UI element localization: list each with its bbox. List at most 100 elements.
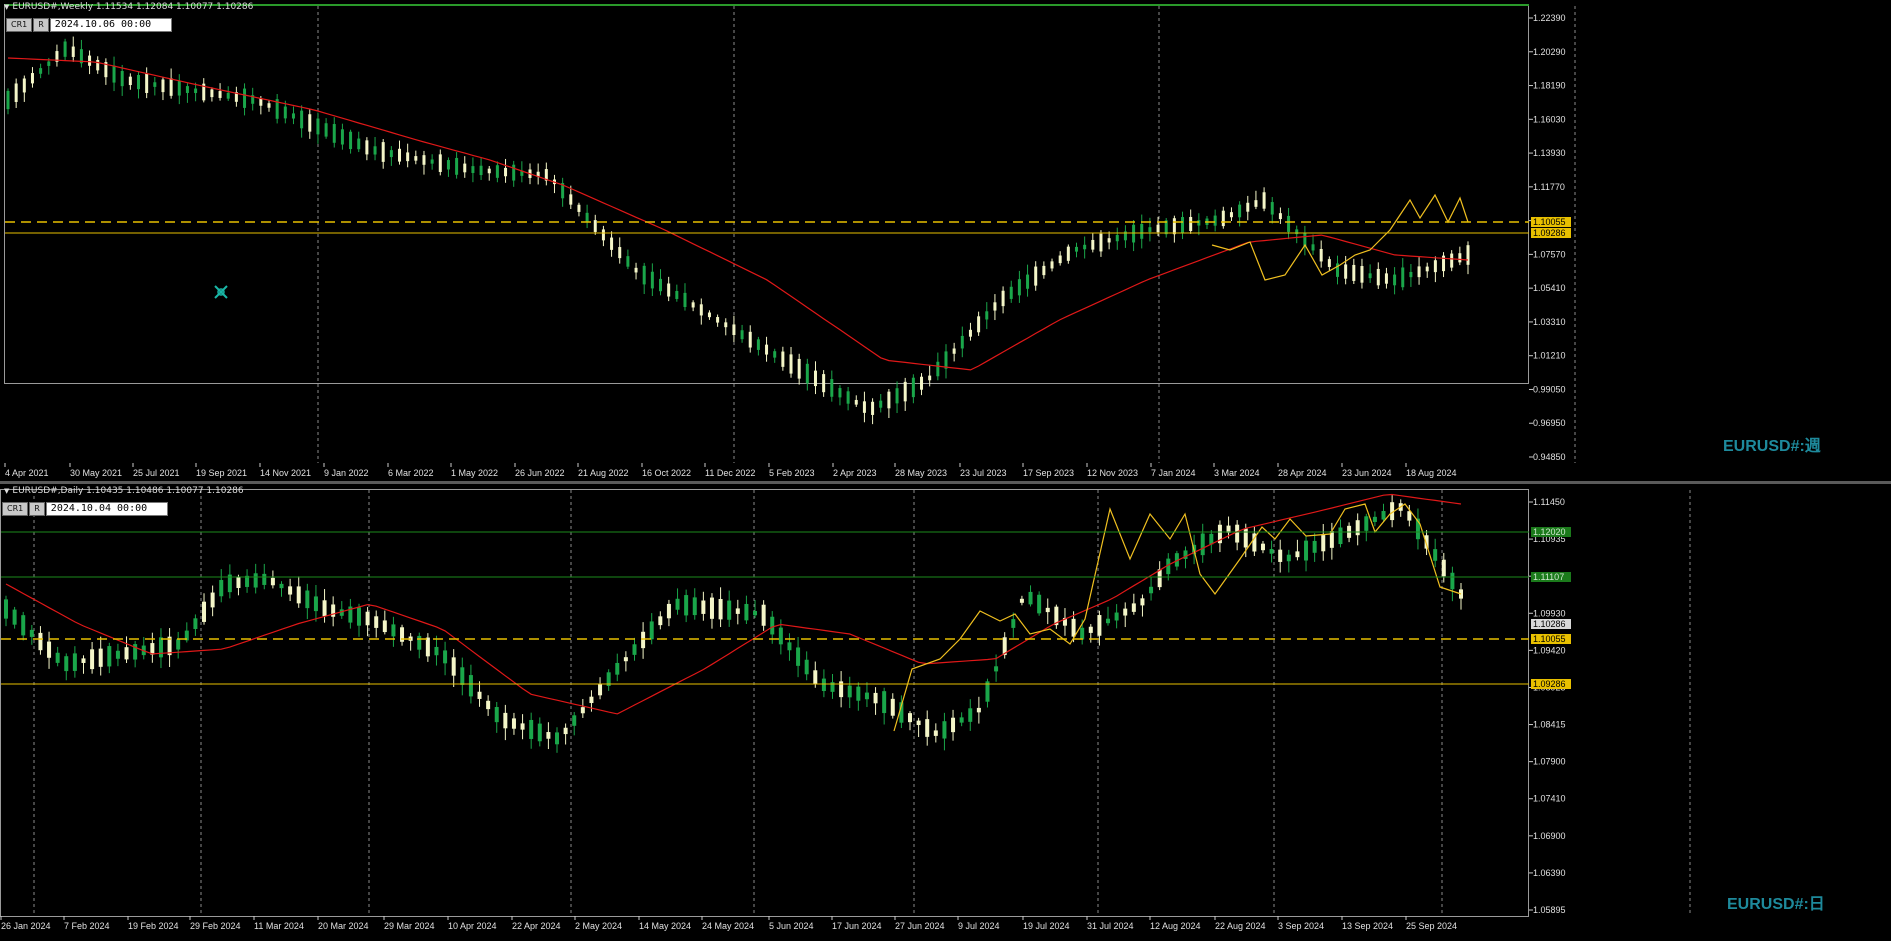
candle-body [1189, 216, 1193, 232]
daily-chart-canvas[interactable]: 1.114501.109351.104401.099301.094201.089… [0, 484, 1891, 941]
candle-body [1083, 244, 1087, 250]
candle-body [626, 256, 630, 267]
candle-body [1149, 586, 1154, 594]
candle-body [781, 351, 785, 367]
candle-body [158, 637, 163, 658]
candle-body [1441, 559, 1446, 577]
candle-body [968, 708, 973, 722]
candle-body [107, 646, 112, 667]
candle-body [495, 165, 499, 178]
candle-body [773, 351, 777, 358]
cr1-button[interactable]: CR1 [6, 17, 33, 32]
candle-body [374, 616, 379, 628]
candle-body [1372, 516, 1377, 522]
r-button[interactable]: R [33, 17, 49, 32]
candle-body [1157, 569, 1162, 588]
weekly-chart-pane[interactable]: 1.22390 1.20290 1.18190 1.16030 1.13930 1.117… [0, 0, 1891, 481]
candle-body [391, 624, 396, 637]
candle-body [821, 678, 826, 691]
candle-body [504, 167, 508, 177]
collapse-triangle-icon[interactable]: ▼ [4, 3, 9, 11]
candle-body [765, 344, 769, 355]
time-axis-label: 10 Apr 2024 [448, 921, 497, 931]
candle-body [632, 644, 637, 655]
candle-body [1304, 540, 1309, 561]
candle-body [683, 292, 687, 307]
price-axis-label: 1.03310 [1533, 317, 1566, 327]
candle-body [145, 73, 149, 93]
time-axis-label: 7 Jan 2024 [1151, 468, 1196, 478]
candle-body [425, 637, 430, 657]
daily-date-input[interactable]: 2024.10.04 00:00 [45, 501, 168, 516]
candle-body [1181, 217, 1185, 234]
r-button[interactable]: R [29, 501, 45, 516]
daily-chart-pane[interactable]: 1.114501.109351.104401.099301.094201.089… [0, 484, 1891, 941]
time-axis-label: 6 Mar 2022 [388, 468, 434, 478]
time-axis-label: 9 Jan 2022 [324, 468, 369, 478]
candle-body [1260, 543, 1265, 551]
crosshair-tool-icon[interactable] [212, 283, 230, 301]
candle-body [161, 79, 165, 93]
candle-body [933, 730, 938, 736]
candle-body [1088, 626, 1093, 633]
candle-body [451, 657, 456, 676]
candle-body [756, 339, 760, 350]
candle-body [563, 727, 568, 735]
cr1-button[interactable]: CR1 [2, 501, 29, 516]
candle-body [907, 713, 912, 723]
candle-body [960, 335, 964, 349]
candle-body [463, 163, 467, 173]
candle-body [1355, 520, 1360, 536]
candle-body [873, 692, 878, 704]
price-axis-label: 1.11770 [1533, 182, 1565, 192]
candle-body [879, 400, 883, 408]
candle-body [1172, 218, 1176, 235]
candle-body [1213, 215, 1217, 226]
candle-body [770, 616, 775, 635]
candle-body [887, 391, 891, 409]
time-axis-label: 18 Aug 2024 [1406, 468, 1457, 478]
candle-body [1368, 273, 1372, 279]
candle-body [4, 599, 8, 619]
candle-body [434, 646, 439, 656]
weekly-chart-canvas[interactable]: 1.22390 1.20290 1.18190 1.16030 1.13930 1.117… [0, 0, 1891, 481]
candle-body [1091, 239, 1095, 250]
candle-body [296, 586, 301, 604]
candle-body [357, 138, 361, 150]
price-axis-label: 0.94850 [1533, 452, 1566, 462]
candle-body [830, 379, 834, 397]
collapse-triangle-icon[interactable]: ▼ [4, 487, 9, 495]
time-axis-label: 24 May 2024 [702, 921, 754, 931]
candle-body [365, 611, 370, 626]
weekly-chart-title: ▼ EURUSD#,Weekly 1.11534 1.12084 1.10077 … [4, 2, 253, 12]
candle-body [1458, 253, 1462, 263]
price-level-tag-text: 1.10055 [1533, 634, 1566, 644]
candle-body [537, 723, 542, 742]
candle-body [1229, 212, 1233, 218]
candle-body [1034, 266, 1038, 286]
weekly-title-text: EURUSD#,Weekly 1.11534 1.12084 1.10077 1… [12, 2, 254, 12]
candle-body [699, 304, 703, 316]
candle-body [47, 641, 52, 658]
candle-body [487, 168, 491, 174]
time-axis-label: 9 Jul 2024 [958, 921, 1000, 931]
candle-body [236, 576, 241, 589]
weekly-date-input[interactable]: 2024.10.06 00:00 [49, 17, 172, 32]
candle-body [555, 732, 560, 745]
candle-body [153, 82, 157, 87]
candle-body [1319, 248, 1323, 262]
candle-body [218, 91, 222, 98]
candle-body [546, 732, 551, 739]
time-axis-label: 5 Feb 2023 [769, 468, 815, 478]
candle-body [589, 696, 594, 704]
candle-body [684, 595, 689, 616]
candle-body [291, 113, 295, 119]
candle-body [709, 597, 714, 619]
candle-body [243, 88, 247, 108]
candle-body [72, 653, 77, 671]
candle-body [691, 302, 695, 308]
candle-body [210, 592, 215, 608]
candle-body [598, 683, 603, 696]
candle-body [804, 659, 809, 675]
candle-body [1360, 266, 1364, 283]
